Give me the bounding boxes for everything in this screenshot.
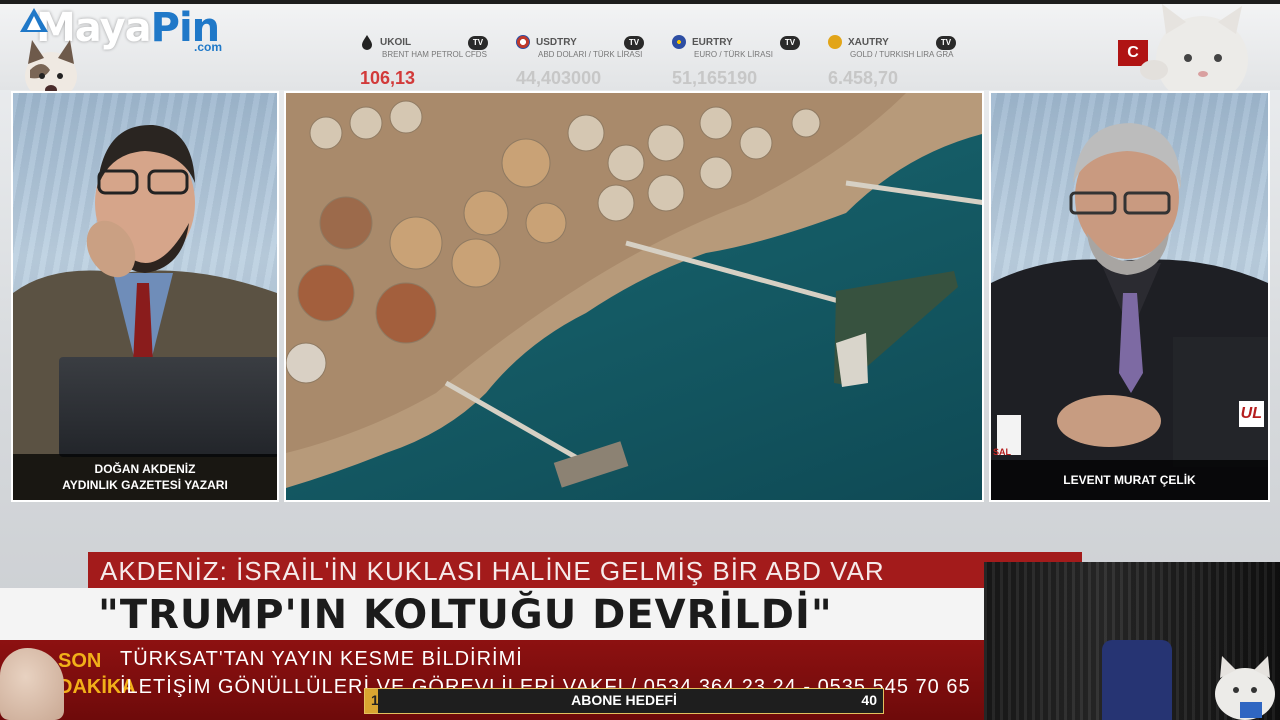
ticker-value: 6.458,70 (828, 68, 899, 88)
harbor-oil-terminal-image (284, 91, 984, 502)
ticker-ukoil: UKOIL TV BRENT HAM PETROL CFDS 106,13 (360, 34, 510, 88)
ticker-code: XAUTRY (848, 36, 889, 48)
tradingview-icon: TV (936, 36, 956, 50)
oil-terminal-illustration (286, 93, 982, 488)
screen-text: UL (1238, 401, 1264, 427)
guest-name: DOĞAN AKDENİZ (94, 462, 196, 476)
ticker-code: USDTRY (536, 36, 577, 48)
lower-third-right: LEVENT MURAT ÇELİK (991, 460, 1268, 500)
us-flag-icon (516, 35, 530, 49)
headline-title: "TRUMP'IN KOLTUĞU DEVRİLDİ" (98, 592, 833, 638)
laptop (59, 357, 277, 457)
guest-camera-left: DOĞAN AKDENİZ AYDINLIK GAZETESİ YAZARI (11, 91, 279, 502)
guest-camera-right: UL SAL LEVENT MURAT ÇELİK (989, 91, 1270, 502)
guest-name: LEVENT MURAT ÇELİK (1063, 473, 1196, 487)
ticker-code: EURTRY (692, 36, 733, 48)
logo-text-com: .com (194, 40, 223, 54)
headline-title-bar: "TRUMP'IN KOLTUĞU DEVRİLDİ" (0, 588, 984, 640)
gold-icon (828, 35, 842, 49)
ticker-value: 44,403000 (516, 68, 602, 88)
tradingview-icon: TV (624, 36, 644, 50)
ticker-value: 106,13 (360, 68, 416, 88)
oil-drop-icon (362, 35, 372, 50)
ticker-xautry: XAUTRY TV GOLD / TURKISH LIRA GRA 6.458,… (828, 34, 978, 88)
ticker-code: UKOIL (380, 36, 412, 48)
tradingview-icon: TV (780, 36, 800, 50)
cat-sticker-icon (1215, 656, 1275, 720)
subscribe-goal-bar: 1 ABONE HEDEFİ 40 (364, 688, 884, 714)
ticker-desc: EURO / TÜRK LİRASI (694, 50, 773, 59)
goal-label: ABONE HEDEFİ (571, 692, 677, 708)
eu-flag-icon (672, 35, 686, 49)
headline-subtitle-bar: AKDENİZ: İSRAİL'İN KUKLASI HALİNE GELMİŞ… (88, 552, 1082, 588)
gaming-chair (1102, 640, 1172, 720)
ticker-desc: ABD DOLARI / TÜRK LİRASI (538, 50, 643, 59)
headline-subtitle: AKDENİZ: İSRAİL'İN KUKLASI HALİNE GELMİŞ… (100, 556, 885, 586)
ticker-line-1: TÜRKSAT'TAN YAYIN KESME BİLDİRİMİ (120, 648, 523, 670)
ticker-desc: BRENT HAM PETROL CFDS (382, 50, 487, 59)
ticker-eurtry: EURTRY TV EURO / TÜRK LİRASI 51,165190 (672, 34, 822, 88)
tradingview-icon: TV (468, 36, 488, 50)
cup-text: SAL (993, 447, 1011, 457)
lower-third-left: DOĞAN AKDENİZ AYDINLIK GAZETESİ YAZARI (13, 454, 277, 500)
ticker-value: 51,165190 (672, 68, 758, 88)
ticker-usdtry: USDTRY TV ABD DOLARI / TÜRK LİRASI 44,40… (516, 34, 666, 88)
guest-title: AYDINLIK GAZETESİ YAZARI (62, 478, 228, 492)
goal-target: 40 (861, 692, 877, 708)
top-border (0, 0, 1280, 4)
streamer-camera (984, 562, 1280, 720)
ticker-desc: GOLD / TURKISH LIRA GRA (850, 50, 954, 59)
guest-figure-right (991, 123, 1268, 500)
